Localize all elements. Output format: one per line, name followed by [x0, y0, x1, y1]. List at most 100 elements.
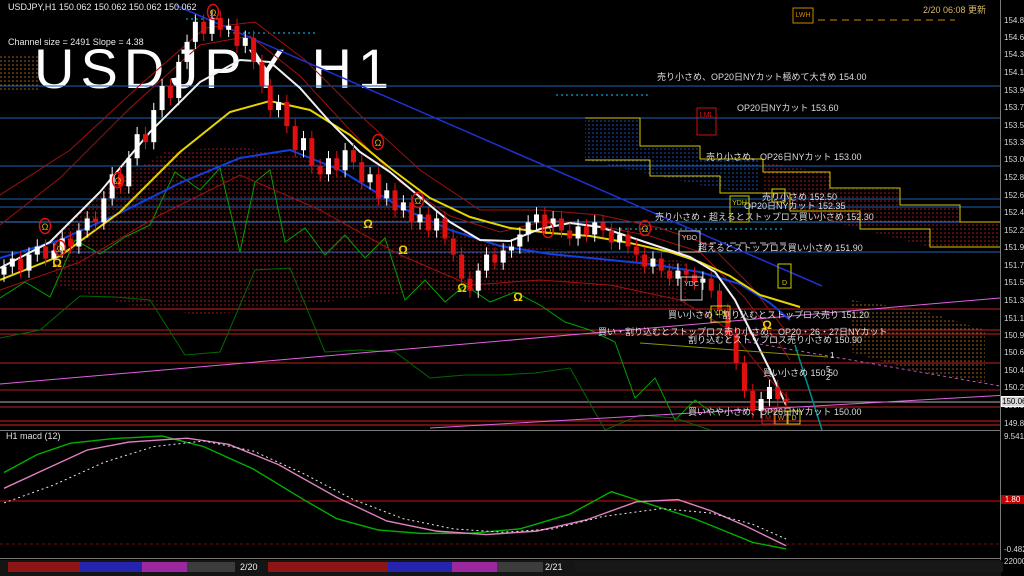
chart-annotation: 割り込むとストップロス売り小さめ 150.90 [688, 333, 862, 346]
candle-body [592, 222, 597, 234]
sell-signal-glyph: Ω [642, 224, 649, 234]
candle-body [626, 234, 631, 246]
candle-body [234, 26, 239, 46]
session-segment [8, 562, 80, 572]
session-segment [187, 562, 235, 572]
price-axis-label: 154.820 [1004, 16, 1024, 25]
candle-body [193, 22, 198, 42]
price-axis-label: 151.335 [1004, 296, 1024, 305]
candle-body [659, 259, 664, 271]
candle-body [276, 102, 281, 110]
sell-signal-glyph: Ω [42, 222, 49, 232]
current-price-box: 150.062 [1001, 396, 1024, 407]
candle-body [684, 271, 689, 275]
price-axis-label: 150.245 [1004, 383, 1024, 392]
price-axis-label: 150.460 [1004, 366, 1024, 375]
price-axis-label: 151.770 [1004, 261, 1024, 270]
candle-body [442, 218, 447, 238]
chart-canvas[interactable]: ΩΩΩΩΩΩΩΩΩΩΩΩΩΩ LWHLMLYDHYDOYDCDYDLMWD152 [0, 0, 1024, 576]
candle-body [226, 26, 231, 30]
candle-body [259, 62, 264, 86]
candle-body [526, 222, 531, 234]
session-segment [497, 562, 543, 572]
price-axis[interactable]: 150.062 1.80 154.820154.610154.395154.17… [1001, 0, 1024, 576]
candle-body [93, 218, 98, 222]
candle-body [634, 247, 639, 255]
candle-body [85, 218, 90, 230]
date-label: 2/20 [240, 562, 258, 572]
price-axis-label: 152.425 [1004, 208, 1024, 217]
price-axis-label: 153.740 [1004, 103, 1024, 112]
chart-annotation: 超えるとストップロス買い小さめ 151.90 [698, 241, 863, 254]
candle-body [584, 226, 589, 234]
candle-body [601, 222, 606, 230]
level-box-label: YDC [684, 281, 699, 288]
candle-body [359, 162, 364, 182]
volume-axis-label: 220000 [1004, 557, 1024, 566]
candle-body [334, 158, 339, 170]
price-axis-label: 152.865 [1004, 173, 1024, 182]
candle-body [459, 255, 464, 279]
candle-body [284, 102, 289, 126]
candle-body [642, 255, 647, 267]
candle-body [318, 166, 323, 174]
macd-main-line [4, 436, 786, 549]
chart-annotation: 売り小さめ、OP26日NYカット 153.00 [706, 150, 862, 163]
candle-body [301, 138, 306, 150]
chart-annotation: 売り小さめ、OP20日NYカット極めて大きめ 154.00 [657, 70, 867, 83]
cloud-region [850, 300, 985, 382]
candle-body [451, 238, 456, 254]
date-label: 2/21 [545, 562, 563, 572]
price-axis-label: 154.175 [1004, 68, 1024, 77]
candle-body [484, 255, 489, 271]
chart-annotation: 買いやや小さめ、OP26日NYカット 150.00 [688, 405, 862, 418]
candle-body [667, 271, 672, 279]
candle-body [68, 238, 73, 246]
macd-signal-line [4, 438, 786, 546]
time-axis[interactable]: 2/20 2/21 [0, 560, 1001, 576]
macd-indicator-label: H1 macd (12) [6, 431, 61, 441]
buy-signal-icon: Ω [52, 256, 62, 270]
session-segment [452, 562, 497, 572]
chart-annotation: OP20日NYカット 153.60 [737, 101, 839, 114]
sell-signal-glyph: Ω [57, 244, 64, 254]
candle-body [185, 42, 190, 62]
candle-body [168, 86, 173, 98]
candle-body [675, 271, 680, 279]
price-axis-label: 154.395 [1004, 50, 1024, 59]
candle-body [26, 255, 31, 271]
candle-body [567, 230, 572, 238]
price-axis-label: 149.805 [1004, 419, 1024, 428]
candle-body [784, 399, 789, 402]
price-axis-label: 151.555 [1004, 278, 1024, 287]
candle-body [467, 279, 472, 291]
candle-body [700, 279, 705, 283]
candle-body [509, 247, 514, 251]
candle-body [351, 150, 356, 162]
buy-signal-icon: Ω [398, 243, 408, 257]
candle-body [384, 190, 389, 198]
chart-annotation: 売り小さめ・超えるとストップロス買い小さめ 152.30 [655, 210, 874, 223]
buy-signal-icon: Ω [513, 290, 523, 304]
price-axis-label: 152.645 [1004, 191, 1024, 200]
candle-body [517, 234, 522, 246]
candle-body [434, 218, 439, 230]
candle-body [418, 214, 423, 222]
macd-current-value-box: 1.80 [1001, 495, 1024, 504]
sell-signal-glyph: Ω [115, 176, 122, 186]
candle-body [650, 259, 655, 267]
candle-body [326, 158, 331, 174]
price-axis-label: 150.900 [1004, 331, 1024, 340]
candle-body [492, 255, 497, 263]
mt4-chart-window: USDJPY H1 ΩΩΩΩΩΩΩΩΩΩΩΩΩΩ LWHLMLYDHYDOYDC… [0, 0, 1024, 576]
level-box-label: LWH [795, 12, 810, 19]
timeline-separator [0, 558, 1024, 559]
candle-body [534, 214, 539, 222]
subwindow-separator[interactable] [0, 430, 1001, 431]
chart-annotation: 買い小さめ 150.50 [763, 366, 838, 379]
candle-body [35, 247, 40, 255]
candle-body [476, 271, 481, 291]
candle-body [767, 387, 772, 399]
session-segment [80, 562, 142, 572]
buy-signal-icon: Ω [363, 217, 373, 231]
